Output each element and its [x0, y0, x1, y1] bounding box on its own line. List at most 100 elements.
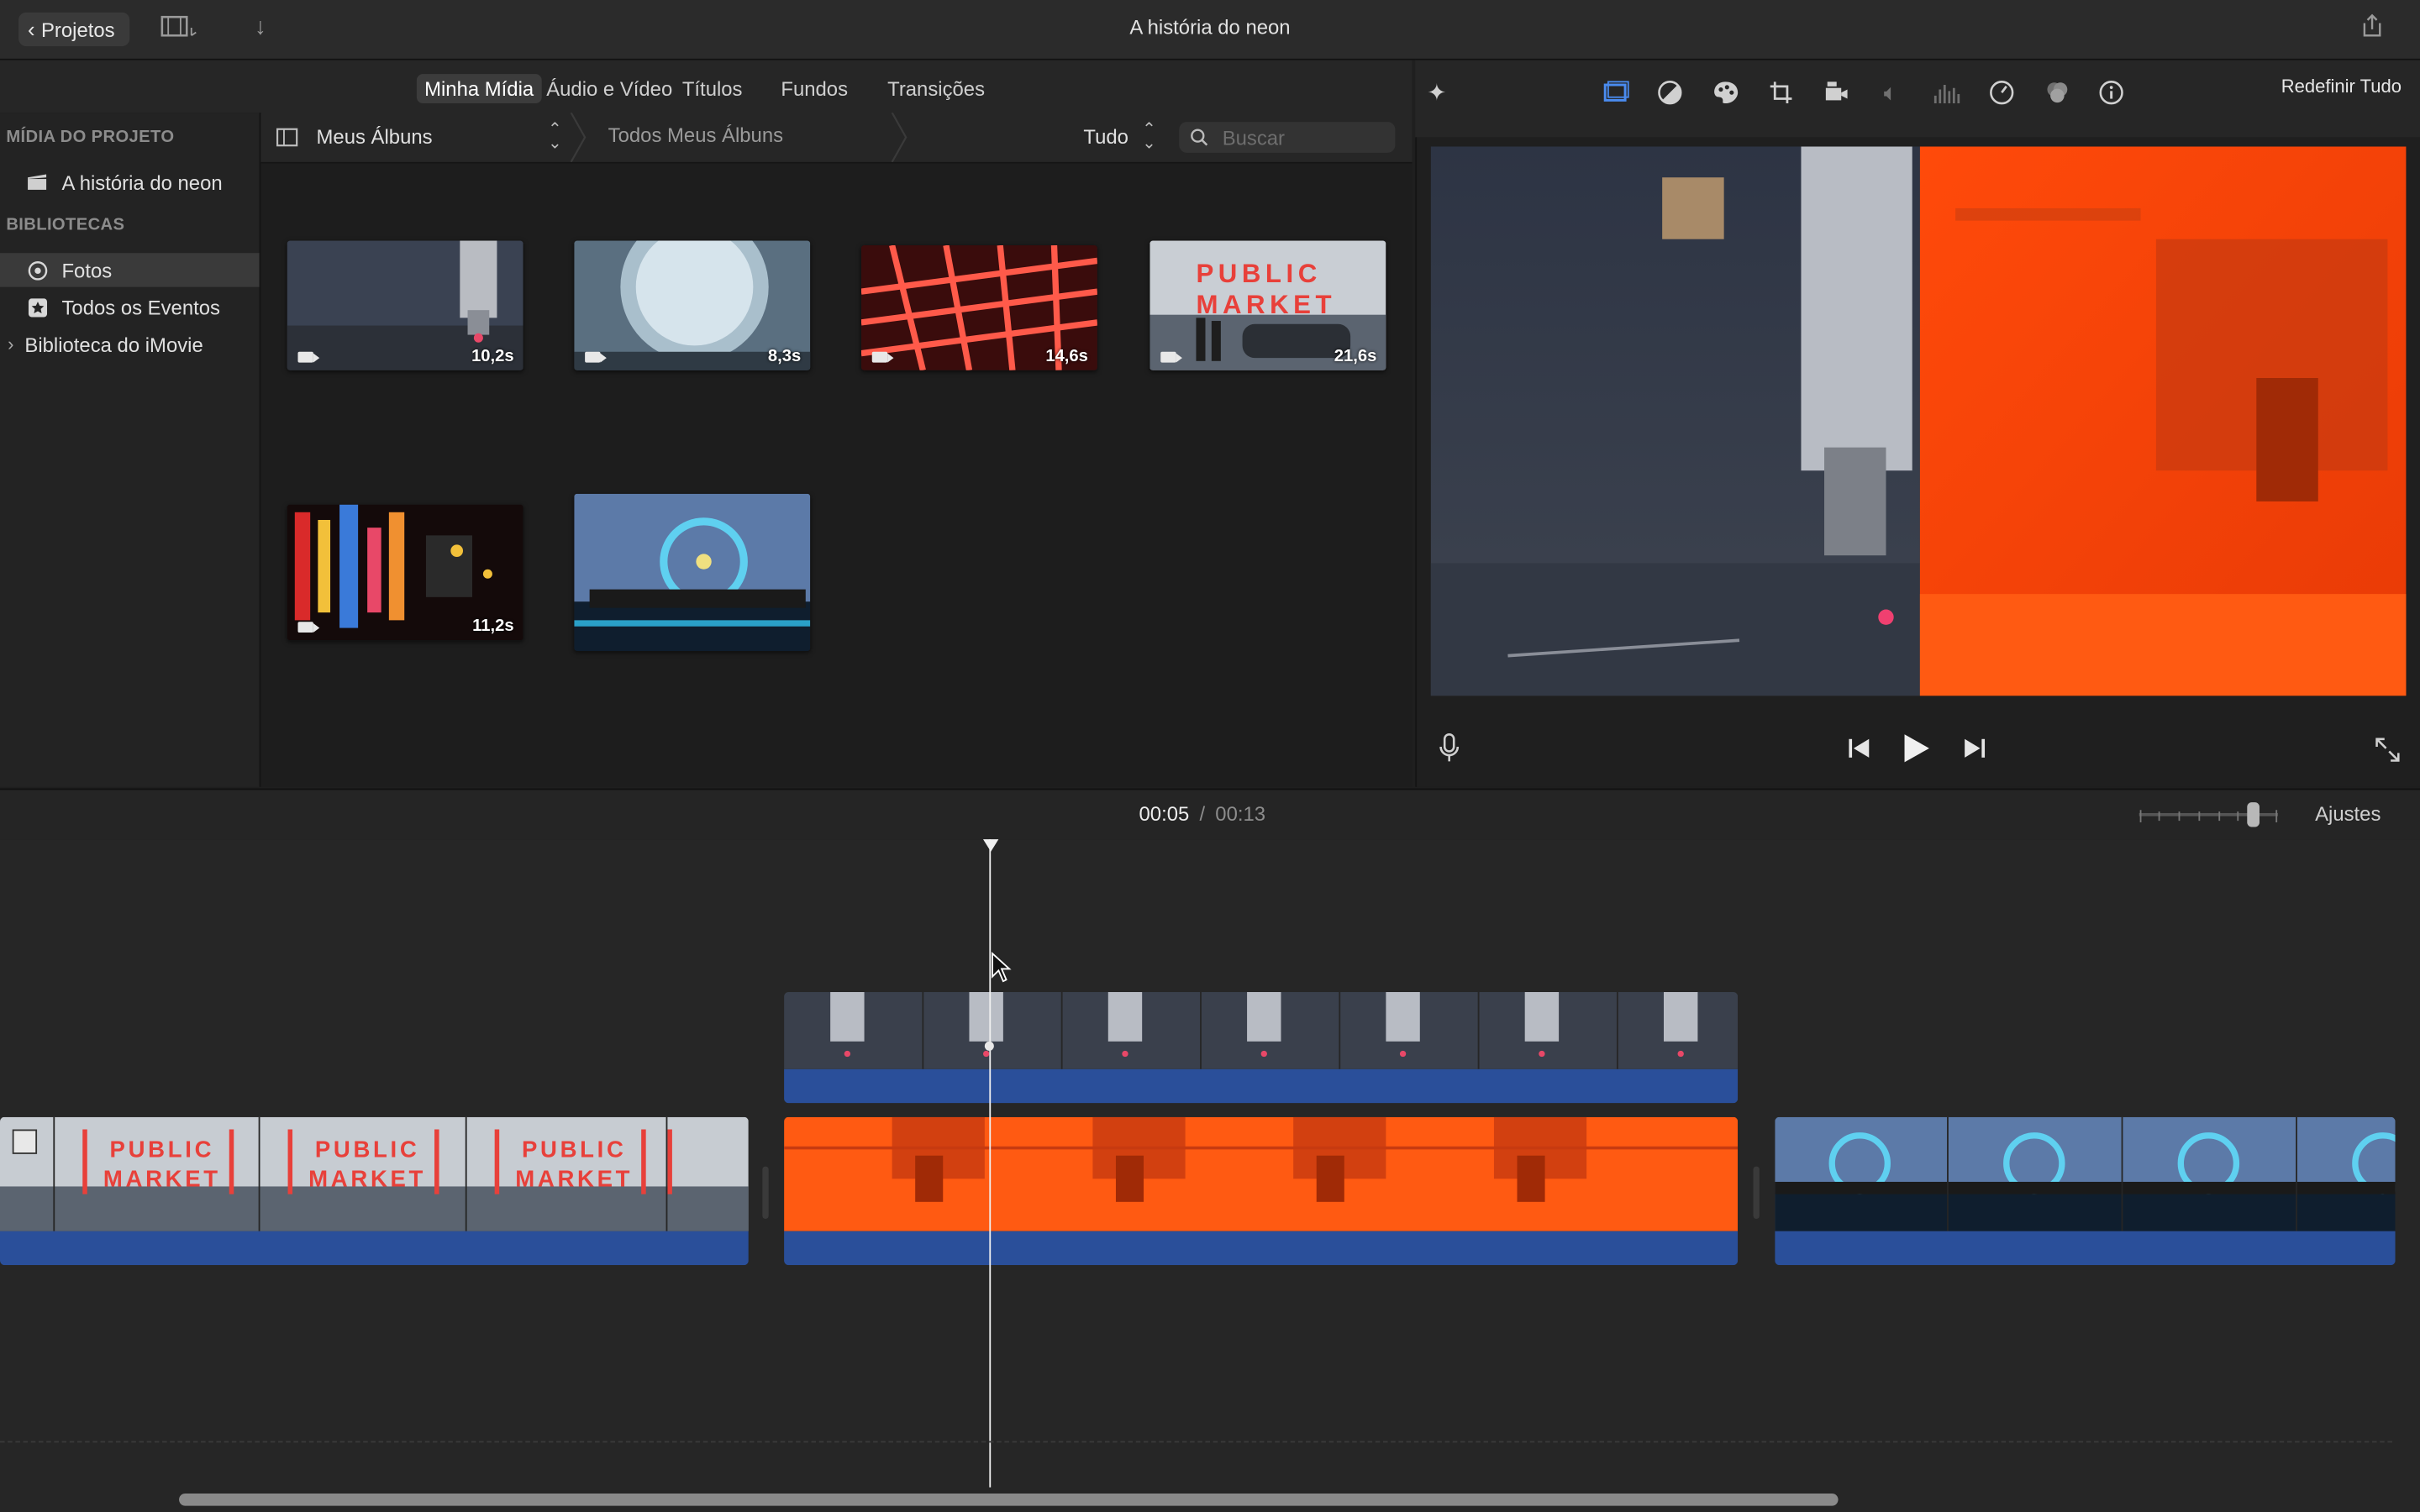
skip-forward-icon[interactable]	[1961, 738, 1986, 767]
overlay-connection-dot	[984, 1041, 994, 1051]
ferris-wheel-thumbnail	[574, 493, 811, 652]
clip-duration: 14,6s	[1045, 347, 1088, 366]
show-filter-updown-icon[interactable]: ⌃ ⌄	[1142, 121, 1156, 152]
adjustments-toolbar: ✦ 🔈︎ Redefinir Tudo	[1415, 60, 2420, 138]
sign-text: PUBLIC MARKET	[103, 1137, 221, 1193]
sidebar-item-project[interactable]: A história do neon	[0, 165, 260, 199]
noise-equalizer-icon[interactable]	[1929, 76, 1963, 109]
split-screen-preview-image	[1430, 146, 2407, 696]
playhead-handle-icon[interactable]	[983, 839, 999, 852]
media-thumbnail[interactable]	[574, 493, 811, 652]
library-sidebar: MÍDIA DO PROJETO A história do neon BIBL…	[0, 113, 261, 787]
playhead[interactable]	[989, 839, 992, 1488]
title-bar: ‹ Projetos ↓ A história do neon	[0, 0, 2420, 60]
skip-back-icon[interactable]	[1848, 738, 1872, 767]
media-thumbnail[interactable]: 14,6s	[860, 245, 1097, 370]
tab-transitions[interactable]: Transições	[880, 74, 992, 103]
preview-frame	[1430, 146, 2407, 696]
photos-flower-icon	[26, 260, 48, 281]
zoom-slider-handle[interactable]	[2247, 802, 2260, 827]
video-camera-icon	[297, 622, 320, 633]
transition-handle[interactable]	[762, 1166, 769, 1220]
sidebar-toggle-icon[interactable]	[276, 127, 298, 155]
media-filter-bar: Meus Álbuns ⌃ ⌄ Todos Meus Álbuns Tudo ⌃ ⌄…	[260, 113, 1413, 164]
timeline-clip-orange-laser[interactable]	[784, 1116, 1739, 1266]
sidebar-item-imovie-library[interactable]: › Biblioteca do iMovie	[0, 327, 260, 360]
media-thumbnail[interactable]: 8,3s	[574, 240, 811, 370]
show-filter-value: Tudo	[1083, 124, 1128, 149]
clip-audio-bar	[784, 1231, 1739, 1266]
clip-audio-bar	[0, 1231, 749, 1266]
clapper-icon	[26, 171, 48, 193]
tab-backgrounds[interactable]: Fundos	[773, 74, 855, 103]
timeline-header: 00:05 / 00:13 Ajustes	[0, 788, 2420, 842]
info-icon[interactable]	[2094, 76, 2128, 109]
time-separator: /	[1199, 802, 1206, 826]
clip-duration: 11,2s	[472, 617, 514, 636]
crop-to-fill-icon[interactable]	[1599, 76, 1633, 109]
disclosure-chevron-icon[interactable]: ›	[8, 333, 20, 355]
timeline-horizontal-scrollbar[interactable]	[179, 1493, 1839, 1506]
color-correction-palette-icon[interactable]	[1708, 76, 1742, 109]
search-input[interactable]: Buscar	[1179, 122, 1396, 153]
speed-gauge-icon[interactable]	[1985, 76, 2018, 109]
play-icon[interactable]	[1900, 732, 1931, 771]
overlay-clip-audio-bar	[784, 1068, 1739, 1104]
timecode: 00:05 / 00:13	[1139, 802, 1266, 826]
clip-filter-icon[interactable]	[2040, 76, 2074, 109]
reset-all-button[interactable]: Redefinir Tudo	[2281, 76, 2402, 97]
public-market-sign-text: PUBLIC MARKET	[1196, 259, 1337, 320]
show-filter-select[interactable]: Tudo	[1083, 125, 1128, 149]
video-camera-icon	[871, 351, 894, 363]
media-grid: 10,2s 8,3s 14,6s PUBLIC MARKET 21,6s 11,…	[260, 163, 1413, 787]
clip-audio-bar	[1775, 1231, 2396, 1266]
crop-icon[interactable]	[1764, 76, 1797, 109]
sidebar-item-label: Biblioteca do iMovie	[24, 332, 203, 356]
clip-duration: 10,2s	[471, 347, 514, 366]
search-icon	[1191, 129, 1208, 146]
album-select[interactable]: Meus Álbuns	[317, 125, 433, 149]
share-icon[interactable]	[2361, 13, 2383, 45]
breadcrumb-all-albums[interactable]: Todos Meus Álbuns	[608, 123, 783, 147]
sidebar-item-label: Fotos	[61, 258, 113, 282]
star-event-icon	[26, 297, 48, 318]
total-time: 00:13	[1215, 802, 1266, 826]
tab-audio-video[interactable]: Áudio e Vídeo	[539, 74, 680, 103]
media-thumbnail[interactable]: 10,2s	[287, 240, 523, 370]
tab-my-media[interactable]: Minha Mídia	[416, 74, 542, 104]
imovie-window: ‹ Projetos ↓ A história do neon Minha Mí…	[0, 0, 2420, 1512]
color-balance-icon[interactable]	[1653, 76, 1686, 109]
video-camera-icon	[297, 351, 320, 363]
browser-tabs: Minha Mídia Áudio e Vídeo Títulos Fundos…	[0, 60, 1413, 113]
stabilization-camera-icon[interactable]	[1820, 76, 1854, 109]
album-select-value: Meus Álbuns	[316, 124, 433, 149]
current-time: 00:05	[1139, 802, 1190, 826]
search-placeholder: Buscar	[1222, 126, 1286, 150]
magic-wand-icon[interactable]: ✦	[1420, 76, 1454, 109]
overlay-clip-laser[interactable]	[784, 992, 1739, 1104]
sidebar-item-label: Todos os Eventos	[61, 295, 220, 319]
timeline-audio-lane-guide	[0, 1441, 2392, 1443]
timeline-settings-button[interactable]: Ajustes	[2315, 802, 2381, 826]
voiceover-microphone-icon[interactable]	[1439, 732, 1460, 771]
video-viewer	[1415, 137, 2420, 787]
sidebar-item-all-events[interactable]: Todos os Eventos	[0, 290, 260, 323]
breadcrumb-separator	[570, 113, 587, 162]
transition-handle[interactable]	[1753, 1166, 1760, 1220]
timeline: PUBLIC MARKET PUBLIC MARKET PUBLIC MARKE…	[0, 839, 2420, 1512]
media-thumbnail[interactable]: PUBLIC MARKET 21,6s	[1150, 240, 1386, 370]
media-thumbnail[interactable]: 11,2s	[287, 504, 523, 641]
fullscreen-expand-icon[interactable]	[2374, 736, 2402, 771]
mouse-pointer-icon	[992, 952, 1012, 983]
album-select-updown-icon[interactable]: ⌃ ⌄	[548, 121, 562, 152]
breadcrumb-separator	[891, 113, 908, 162]
tab-titles[interactable]: Títulos	[675, 74, 750, 103]
timeline-clip-public-market[interactable]: PUBLIC MARKET PUBLIC MARKET PUBLIC MARKE…	[0, 1116, 749, 1266]
clip-edge-badge-icon	[12, 1129, 38, 1154]
volume-speaker-icon[interactable]: 🔈︎	[1874, 76, 1907, 109]
video-camera-icon	[585, 351, 607, 363]
window-title: A história do neon	[1129, 15, 1291, 39]
timeline-clip-ferris-wheel[interactable]	[1775, 1116, 2396, 1266]
project-media-heading: MÍDIA DO PROJETO	[6, 128, 175, 147]
sidebar-item-photos[interactable]: Fotos	[0, 253, 260, 287]
